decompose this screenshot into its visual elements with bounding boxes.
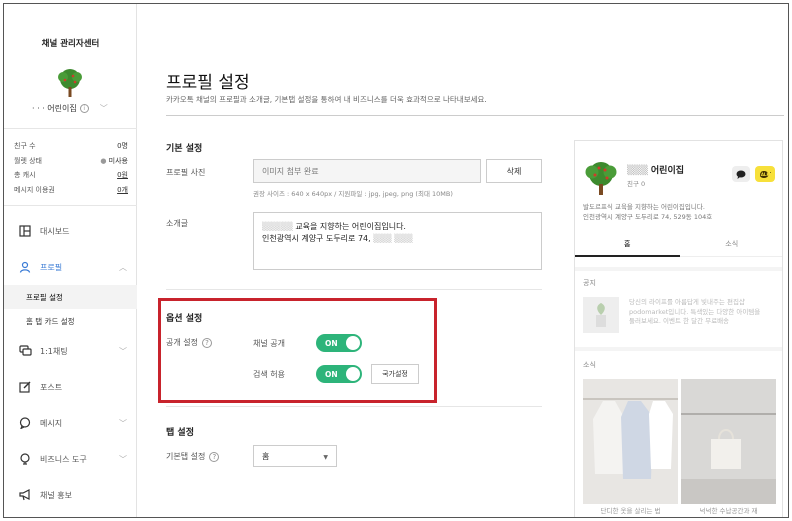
main-content: 프로필 설정 카카오톡 채널의 프로필과 소개글, 기본탭 설정을 통하여 내 … [138,4,788,517]
preview-tabs: 홈 소식 [575,233,782,257]
stat-cash[interactable]: 총 캐시 0원 [14,168,128,183]
sidebar-item-chat[interactable]: 1:1채팅 ﹀ [4,333,137,369]
stat-message-voucher[interactable]: 메시지 이용권 0개 [14,183,128,198]
sidebar-item-business-tools[interactable]: 비즈니스 도구 ﹀ [4,441,137,477]
caret-down-icon: ▼ [323,454,328,461]
section-divider [166,289,542,290]
preview-news-title: 소식 [583,361,596,369]
visibility-label: 공개 설정 ? [166,337,212,348]
sidebar-subitem-home-tab-card[interactable]: 홈 탭 카드 설정 [4,309,137,333]
chevron-up-icon: ︿ [119,263,127,272]
intro-textarea[interactable]: ▒▒▒▒▒ 교육을 지향하는 어린이집입니다. 인천광역시 계양구 도두리로 7… [253,212,542,270]
preview-channel-name: ▒▒▒ 어린이집 [627,166,685,176]
sidebar-divider [4,205,137,206]
profile-photo-label: 프로필 사진 [166,168,206,177]
sidebar-item-post[interactable]: 포스트 [4,369,137,405]
sidebar-title: 채널 관리자센터 [41,39,100,49]
chat-icon [18,344,32,358]
sidebar-menu: 대시보드 프로필 ︿ 프로필 설정 홈 탭 카드 설정 1:1채팅 ﹀ 포스트 … [4,213,137,513]
preview-tab-home[interactable]: 홈 [575,233,680,257]
clothes-image [583,379,678,517]
news-card-1[interactable]: 단디한 옷을 살리는 법 [583,379,678,517]
country-settings-button[interactable]: 국가설정 [371,364,419,384]
toggle-knob [346,367,360,381]
preview-notice-title: 공지 [583,279,596,287]
chevron-down-icon: ﹀ [119,419,127,428]
sidebar-item-message[interactable]: 메시지 ﹀ [4,405,137,441]
svg-text:+: + [770,170,772,176]
channel-avatar [58,69,82,97]
megaphone-icon [18,488,32,502]
profile-preview: ▒▒▒ 어린이집 친구 0 TALK+ 발도르프식 교육을 지향하는 어린이집입… [574,140,783,517]
message-bubble-icon [18,416,32,430]
channel-stats: 친구 수 0명 월렛 상태 ● 미사용 총 캐시 0원 메시지 이용권 0개 [14,139,128,197]
preview-friend-count: 친구 0 [627,180,646,188]
notice-thumbnail [583,297,619,333]
default-tab-select[interactable]: 홈 ▼ [253,445,337,467]
news-card-2[interactable]: 넉넉한 수납공간과 재 [681,379,776,517]
section-divider [166,406,542,407]
news-card-1-caption: 단디한 옷을 살리는 법 [583,504,678,517]
dashboard-icon [18,224,32,238]
header-divider [166,115,784,116]
app-window: 채널 관리자센터 · · · 어린이집 i ﹀ 친구 수 0명 월렛 상태 ● … [3,3,789,518]
help-icon[interactable]: ? [209,451,220,462]
option-settings-title: 옵션 설정 [166,314,203,324]
preview-tab-news[interactable]: 소식 [679,233,782,257]
profile-photo-field: 이미지 첨부 완료 [253,159,481,183]
lightbulb-icon [18,452,32,466]
intro-line-2: 인천광역시 계양구 도두리로 74, ▒▒▒ ▒▒▒ [262,234,413,243]
preview-divider [575,267,782,271]
channel-public-toggle[interactable]: ON [316,334,362,352]
chevron-down-icon: ﹀ [119,455,127,464]
channel-public-label: 채널 공개 [253,339,285,348]
sidebar-item-promotion[interactable]: 채널 홍보 [4,477,137,513]
sidebar-divider [4,128,137,129]
sidebar-item-profile[interactable]: 프로필 ︿ [4,249,137,285]
stat-wallet: 월렛 상태 ● 미사용 [14,156,128,165]
sidebar: 채널 관리자센터 · · · 어린이집 i ﹀ 친구 수 0명 월렛 상태 ● … [4,4,137,517]
storage-image [681,379,776,517]
search-allow-label: 검색 허용 [253,370,285,379]
preview-avatar [585,162,617,195]
tab-settings-title: 탭 설정 [166,428,194,438]
sidebar-subitem-profile-settings[interactable]: 프로필 설정 [4,285,137,309]
page-subtitle: 카카오톡 채널의 프로필과 소개글, 기본탭 설정을 통하여 내 비즈니스를 더… [166,95,487,104]
search-allow-toggle[interactable]: ON [316,365,362,383]
preview-chat-button[interactable] [732,166,750,182]
preview-divider [575,347,782,351]
photo-hint: 권장 사이즈 : 640 x 640px / 지원파일 : jpg, jpeg,… [253,190,453,198]
toggle-knob [346,336,360,350]
preview-description: 발도르프식 교육을 지향하는 어린이집입니다. 인천광역시 계양구 도두리로 7… [583,203,713,221]
news-card-2-caption: 넉넉한 수납공간과 재 [681,504,776,517]
info-icon[interactable]: i [79,104,89,113]
channel-selector[interactable]: · · · 어린이집 i ﹀ [32,103,108,114]
person-icon [18,260,32,274]
preview-add-friend-button[interactable]: TALK+ [755,166,775,182]
chat-bubble-icon [736,170,746,179]
help-icon[interactable]: ? [201,337,212,348]
channel-name: · · · 어린이집 [32,104,77,113]
intro-line-1: ▒▒▒▒▒ 교육을 지향하는 어린이집입니다. [262,222,406,231]
delete-photo-button[interactable]: 삭제 [486,159,542,183]
stat-friends: 친구 수 0명 [14,142,128,151]
preview-notice-card[interactable]: 당신의 라이프를 아름답게 빛내주는 편집샵 podomarket입니다. 특색… [583,294,776,336]
chevron-down-icon: ﹀ [99,104,108,113]
sidebar-item-dashboard[interactable]: 대시보드 [4,213,137,249]
notice-text: 당신의 라이프를 아름답게 빛내주는 편집샵 podomarket입니다. 특색… [629,298,761,325]
edit-icon [18,380,32,394]
default-tab-label: 기본탭 설정 ? [166,451,220,462]
add-channel-icon: TALK+ [759,170,772,178]
intro-label: 소개글 [166,219,189,228]
chevron-down-icon: ﹀ [119,347,127,356]
page-title: 프로필 설정 [166,73,250,93]
basic-settings-title: 기본 설정 [166,144,203,154]
